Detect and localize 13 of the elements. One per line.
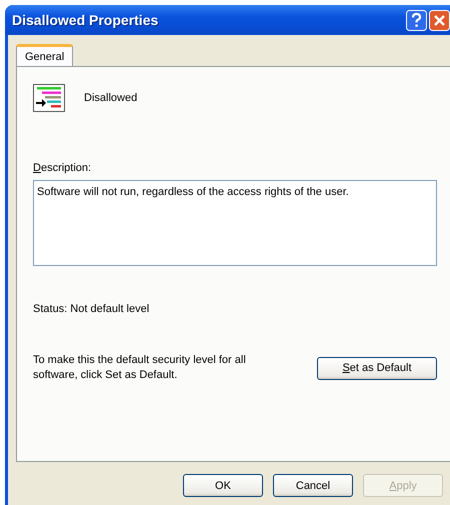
description-label: Description: [33, 162, 92, 174]
status-text: Status: Not default level [33, 303, 150, 315]
rule-name: Disallowed [84, 92, 138, 104]
help-icon[interactable] [406, 10, 427, 30]
dialog-button[interactable]: Cancel [273, 474, 353, 497]
dialog-button[interactable]: OK [183, 474, 263, 497]
window-title: Disallowed Properties [12, 12, 158, 28]
close-icon[interactable] [429, 10, 450, 30]
default-hint-text: To make this the default security level for all software, click Set as Default. [33, 353, 247, 383]
tab[interactable]: General [16, 44, 74, 66]
description-text: Software will not run, regardless of the access rights of the user. [37, 186, 349, 198]
list-icon [33, 84, 65, 112]
set-as-default-button[interactable]: Set as Default [317, 356, 437, 380]
